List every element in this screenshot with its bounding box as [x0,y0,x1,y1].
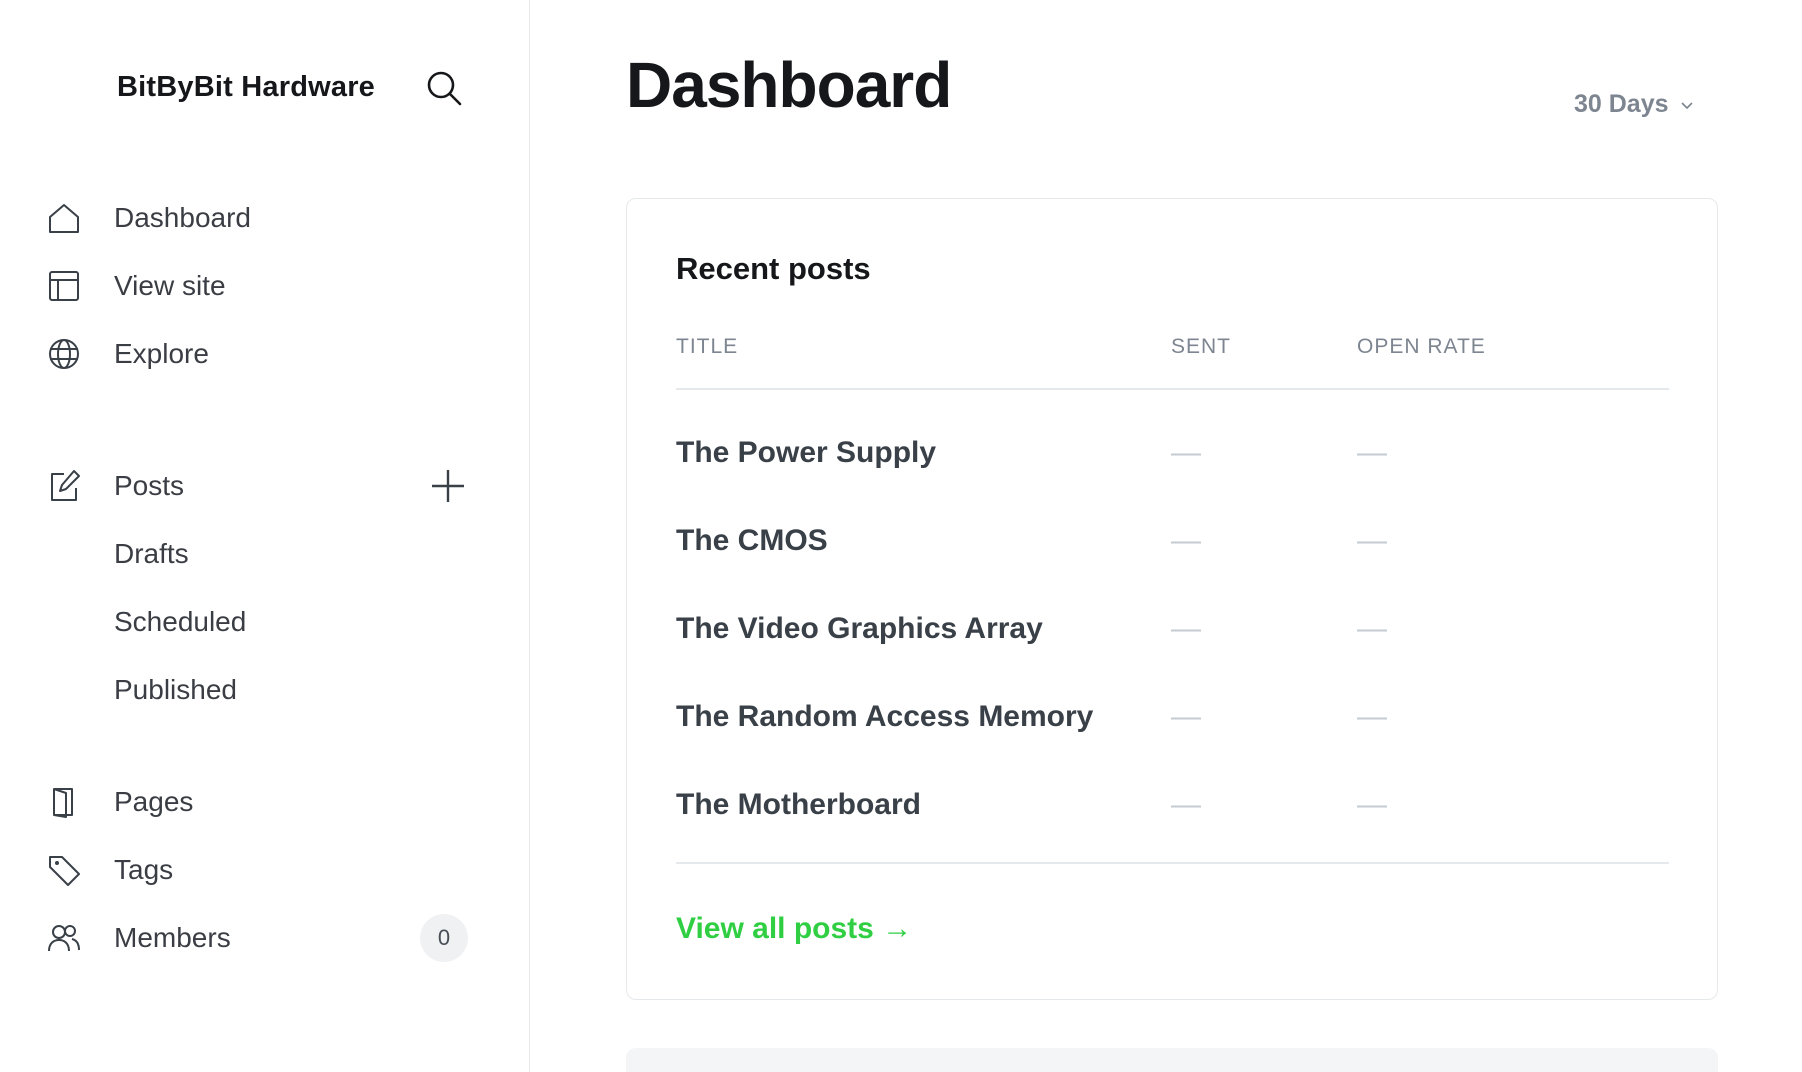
nav-item-explore[interactable]: Explore [36,326,476,382]
nav-item-published[interactable]: Published [36,662,476,718]
nav-label: Members [114,922,231,953]
nav-item-pages[interactable]: Pages [36,774,476,830]
nav-label: Tags [114,854,174,885]
nav-label: Published [114,674,237,705]
next-card [626,1048,1718,1072]
pages-icon [40,778,88,826]
nav-item-drafts[interactable]: Drafts [36,526,476,582]
post-title: The Video Graphics Array [676,612,1043,645]
brand-row: BitByBit Hardware [0,52,530,122]
edit-icon [40,462,88,510]
table-row[interactable]: The CMOS — — [676,512,1669,572]
divider [676,388,1669,390]
page-title: Dashboard [626,49,952,121]
main-content: Dashboard 30 Days Recent posts TITLE SEN… [530,0,1802,1072]
date-range-value: 30 Days [1574,90,1669,118]
recent-posts-card: Recent posts TITLE SENT OPEN RATE The Po… [626,198,1718,1000]
column-header-open-rate: OPEN RATE [1357,335,1486,358]
table-row[interactable]: The Random Access Memory — — [676,688,1669,748]
post-sent: — [1171,612,1201,645]
post-title: The Power Supply [676,436,937,469]
post-open-rate: — [1357,524,1387,557]
post-title: The Motherboard [676,788,921,821]
app: BitByBit Hardware Dashboard View site Ex… [0,0,1802,1072]
post-title: The Random Access Memory [676,700,1094,733]
view-all-posts-link[interactable]: View all posts → [676,912,912,946]
post-sent: — [1171,700,1201,733]
sidebar: BitByBit Hardware Dashboard View site Ex… [0,0,530,1072]
nav-label: Pages [114,786,194,817]
nav-item-dashboard[interactable]: Dashboard [36,190,476,246]
column-header-sent: SENT [1171,335,1232,358]
post-open-rate: — [1357,788,1387,821]
post-sent: — [1171,524,1201,557]
post-sent: — [1171,788,1201,821]
table-row[interactable]: The Power Supply — — [676,424,1669,484]
plus-icon [432,470,464,502]
home-icon [40,194,88,242]
site-title[interactable]: BitByBit Hardware [117,71,375,104]
nav-item-tags[interactable]: Tags [36,842,476,898]
card-title: Recent posts [676,251,871,286]
nav-item-posts[interactable]: Posts [36,458,476,514]
add-post-button[interactable] [420,458,476,514]
divider [676,862,1669,864]
nav-item-scheduled[interactable]: Scheduled [36,594,476,650]
chevron-down-icon [1680,101,1693,109]
search-button[interactable] [420,64,468,112]
post-title: The CMOS [676,524,828,557]
post-open-rate: — [1357,612,1387,645]
tag-icon [40,846,88,894]
post-sent: — [1171,436,1201,469]
search-icon [427,71,462,106]
globe-icon [40,330,88,378]
nav-item-members[interactable]: Members [36,910,476,966]
nav-label: Scheduled [114,606,247,637]
table-row[interactable]: The Motherboard — — [676,776,1669,836]
date-range-select[interactable]: 30 Days [1574,90,1695,119]
members-count-badge: 0 [420,914,468,962]
post-open-rate: — [1357,700,1387,733]
nav-label: Drafts [114,538,189,569]
nav-item-view-site[interactable]: View site [36,258,476,314]
nav-label: Posts [114,470,185,501]
post-open-rate: — [1357,436,1387,469]
nav-label: Dashboard [114,202,251,233]
layout-icon [40,262,88,310]
column-header-title: TITLE [676,335,739,358]
nav-label: View site [114,270,226,301]
nav-label: Explore [114,338,209,369]
table-row[interactable]: The Video Graphics Array — — [676,600,1669,660]
members-icon [40,914,88,962]
